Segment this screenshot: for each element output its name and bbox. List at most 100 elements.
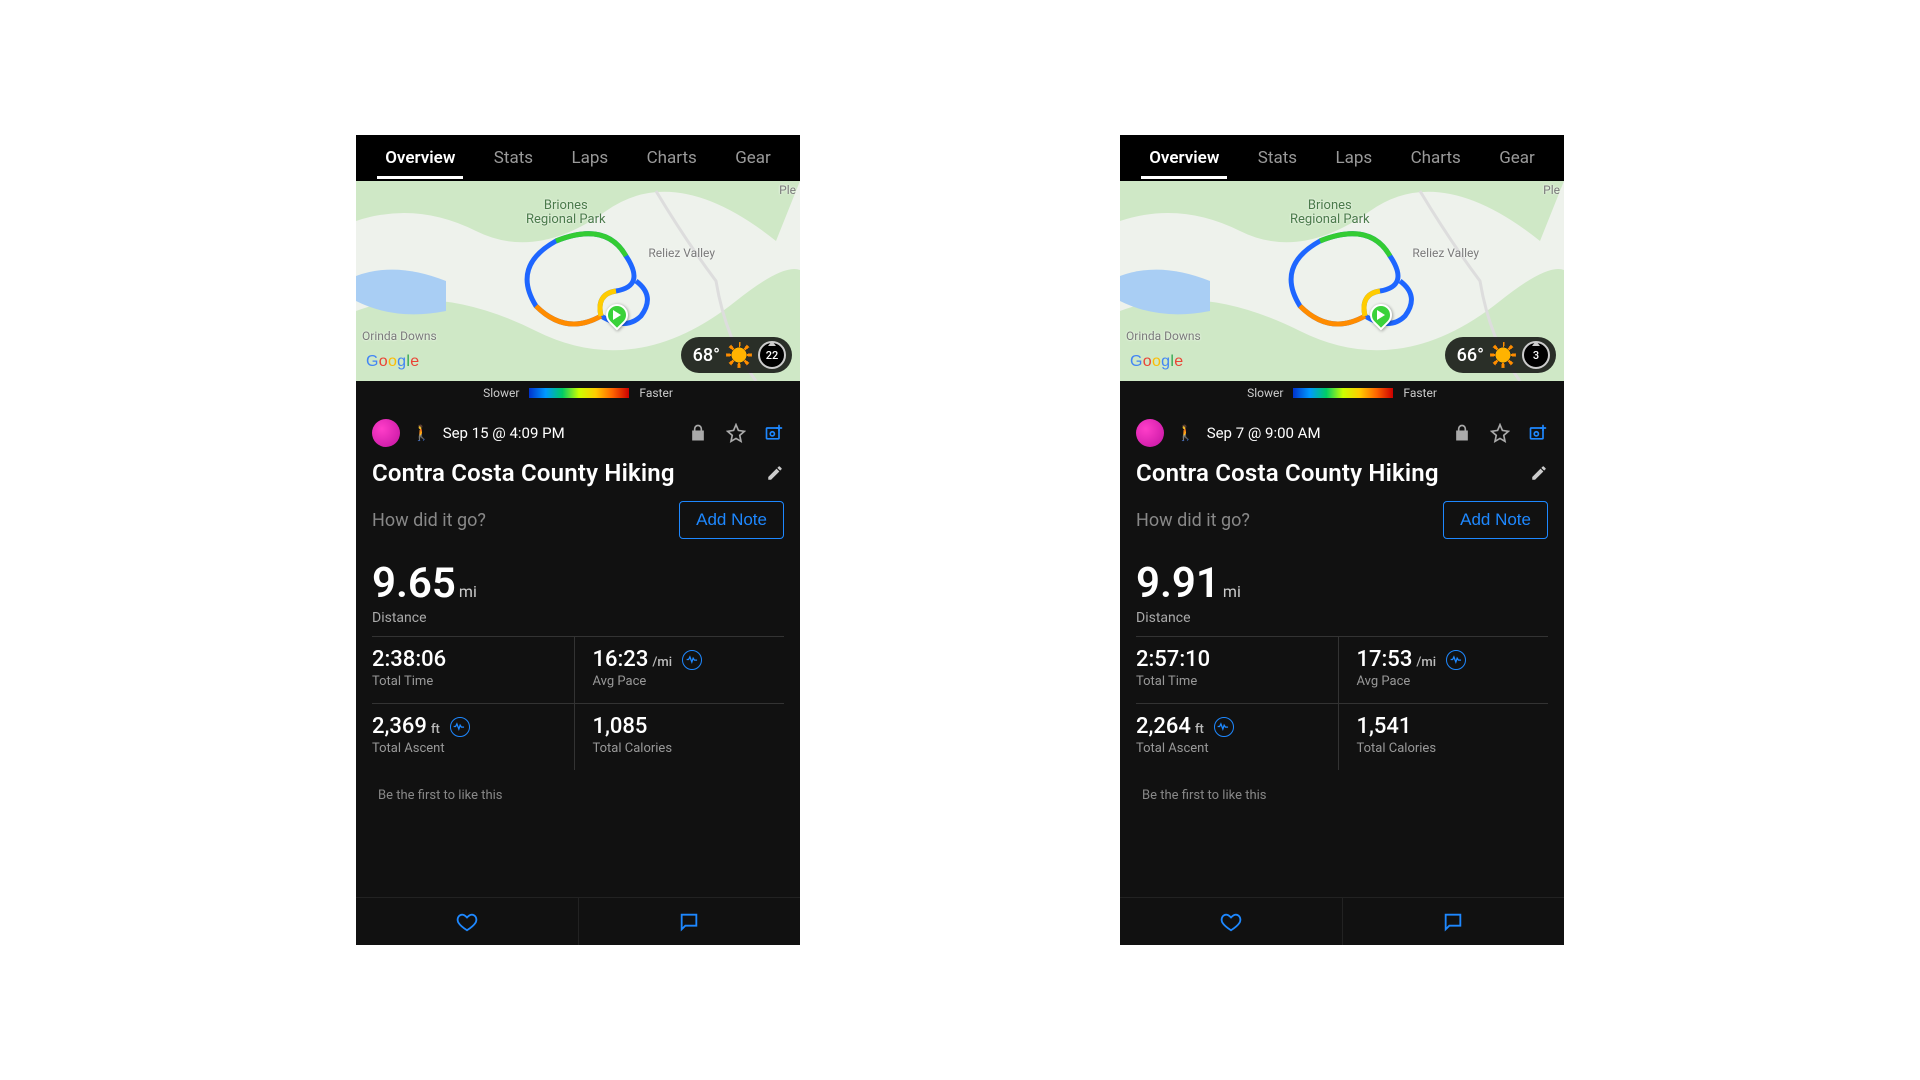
tab-bar: Overview Stats Laps Charts Gear — [1120, 135, 1564, 181]
activity-meta-row: 🚶 Sep 7 @ 9:00 AM — [1120, 405, 1564, 455]
distance-value: 9.91 — [1136, 559, 1220, 608]
ascent-unit: ft — [431, 722, 440, 737]
tab-overview[interactable]: Overview — [1141, 138, 1227, 178]
sun-icon — [1490, 342, 1516, 368]
weather-pill[interactable]: 66° 3 — [1445, 337, 1556, 373]
like-button[interactable] — [356, 898, 579, 945]
activity-title: Contra Costa County Hiking — [372, 459, 675, 487]
tab-charts[interactable]: Charts — [639, 138, 705, 178]
wind-badge: 3 — [1522, 341, 1550, 369]
activity-title: Contra Costa County Hiking — [1136, 459, 1439, 487]
pace-legend: Slower Faster — [356, 381, 800, 405]
tab-stats[interactable]: Stats — [486, 138, 541, 178]
map-park-label: BrionesRegional Park — [526, 199, 606, 228]
wind-badge: 22 — [758, 341, 786, 369]
total-time-label: Total Time — [372, 674, 564, 689]
legend-slower: Slower — [483, 386, 519, 400]
avg-pace-unit: /mi — [652, 655, 672, 670]
map-label-ple: Ple — [779, 183, 796, 197]
tab-laps[interactable]: Laps — [1327, 138, 1380, 178]
activity-card: Overview Stats Laps Charts Gear BrionesR… — [1120, 135, 1564, 945]
avg-pace-label: Avg Pace — [593, 674, 785, 689]
map-label-ple: Ple — [1543, 183, 1560, 197]
total-time-label: Total Time — [1136, 674, 1328, 689]
distance-unit: mi — [459, 582, 477, 601]
pace-graph-icon[interactable] — [1446, 650, 1466, 670]
pace-graph-icon[interactable] — [682, 650, 702, 670]
sun-icon — [726, 342, 752, 368]
note-prompt: How did it go? — [372, 510, 486, 531]
comment-button[interactable] — [579, 898, 801, 945]
avatar[interactable] — [1136, 419, 1164, 447]
hiking-icon: 🚶 — [1176, 424, 1195, 442]
lock-icon[interactable] — [688, 423, 708, 443]
calories-label: Total Calories — [1357, 741, 1549, 756]
distance-value: 9.65 — [372, 559, 456, 608]
stats-grid: 2:38:06 Total Time 16:23/mi Avg Pace 2,3… — [356, 636, 800, 770]
temperature-value: 68° — [693, 345, 720, 366]
avg-pace-label: Avg Pace — [1357, 674, 1549, 689]
calories-value: 1,085 — [593, 714, 648, 739]
temperature-value: 66° — [1457, 345, 1484, 366]
distance-label: Distance — [1136, 610, 1548, 626]
comment-button[interactable] — [1343, 898, 1565, 945]
tab-gear[interactable]: Gear — [1491, 138, 1543, 178]
activity-timestamp: Sep 7 @ 9:00 AM — [1207, 424, 1321, 442]
tab-stats[interactable]: Stats — [1250, 138, 1305, 178]
ascent-value: 2,264 — [1136, 714, 1191, 739]
tab-bar: Overview Stats Laps Charts Gear — [356, 135, 800, 181]
map-label-orinda: Orinda Downs — [362, 329, 437, 343]
ascent-label: Total Ascent — [372, 741, 564, 756]
stats-grid: 2:57:10 Total Time 17:53/mi Avg Pace 2,2… — [1120, 636, 1564, 770]
star-icon[interactable] — [726, 423, 746, 443]
pace-legend: Slower Faster — [1120, 381, 1564, 405]
route-map[interactable]: BrionesRegional Park Reliez Valley Orind… — [356, 181, 800, 381]
add-note-button[interactable]: Add Note — [679, 501, 784, 539]
legend-faster: Faster — [1403, 386, 1437, 400]
avatar[interactable] — [372, 419, 400, 447]
tab-gear[interactable]: Gear — [727, 138, 779, 178]
card-footer — [1120, 897, 1564, 945]
google-logo: Google — [366, 353, 419, 371]
route-map[interactable]: BrionesRegional Park Reliez Valley Orind… — [1120, 181, 1564, 381]
avg-pace-unit: /mi — [1416, 655, 1436, 670]
lock-icon[interactable] — [1452, 423, 1472, 443]
tab-charts[interactable]: Charts — [1403, 138, 1469, 178]
gps-track — [1270, 226, 1430, 356]
distance-label: Distance — [372, 610, 784, 626]
edit-icon[interactable] — [766, 464, 784, 482]
activity-meta-row: 🚶 Sep 15 @ 4:09 PM — [356, 405, 800, 455]
like-button[interactable] — [1120, 898, 1343, 945]
add-photo-icon[interactable] — [1528, 423, 1548, 443]
activity-timestamp: Sep 15 @ 4:09 PM — [443, 424, 565, 442]
distance-unit: mi — [1223, 582, 1241, 601]
ascent-unit: ft — [1195, 722, 1204, 737]
ascent-label: Total Ascent — [1136, 741, 1328, 756]
legend-faster: Faster — [639, 386, 673, 400]
ascent-graph-icon[interactable] — [1214, 717, 1234, 737]
tab-overview[interactable]: Overview — [377, 138, 463, 178]
calories-value: 1,541 — [1357, 714, 1412, 739]
avg-pace-value: 17:53 — [1357, 647, 1413, 672]
map-label-orinda: Orinda Downs — [1126, 329, 1201, 343]
edit-icon[interactable] — [1530, 464, 1548, 482]
like-prompt: Be the first to like this — [1120, 770, 1564, 811]
total-time-value: 2:57:10 — [1136, 647, 1210, 672]
add-photo-icon[interactable] — [764, 423, 784, 443]
pace-spectrum — [529, 388, 629, 398]
legend-slower: Slower — [1247, 386, 1283, 400]
weather-pill[interactable]: 68° 22 — [681, 337, 792, 373]
star-icon[interactable] — [1490, 423, 1510, 443]
ascent-graph-icon[interactable] — [450, 717, 470, 737]
calories-label: Total Calories — [593, 741, 785, 756]
map-park-label: BrionesRegional Park — [1290, 199, 1370, 228]
gps-track — [506, 226, 666, 356]
tab-laps[interactable]: Laps — [563, 138, 616, 178]
activity-card: Overview Stats Laps Charts Gear BrionesR… — [356, 135, 800, 945]
google-logo: Google — [1130, 353, 1183, 371]
total-time-value: 2:38:06 — [372, 647, 446, 672]
note-prompt: How did it go? — [1136, 510, 1250, 531]
card-footer — [356, 897, 800, 945]
like-prompt: Be the first to like this — [356, 770, 800, 811]
add-note-button[interactable]: Add Note — [1443, 501, 1548, 539]
